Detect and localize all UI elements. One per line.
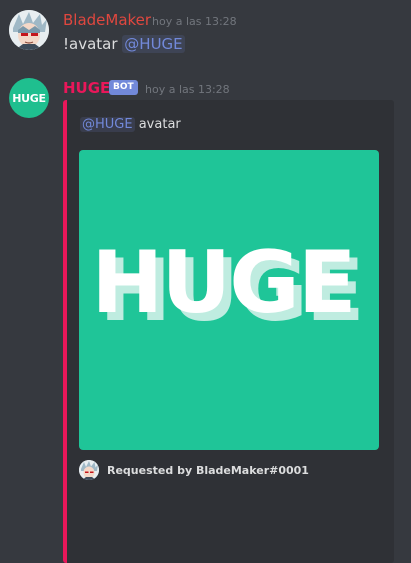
embed-description-text: avatar xyxy=(138,117,181,132)
message-bladmaker: BladeMaker hoy a las 13:28 !avatar @HUGE xyxy=(0,0,411,62)
user-mention[interactable]: @HUGE xyxy=(80,117,135,132)
embed-description: @HUGE avatar xyxy=(80,117,181,132)
huge-logo-image: HUGE HUGE xyxy=(91,233,364,341)
user-avatar[interactable] xyxy=(9,10,49,50)
bot-avatar[interactable]: HUGE xyxy=(9,78,49,118)
username[interactable]: HUGE xyxy=(63,79,110,97)
anime-character-icon xyxy=(9,10,49,50)
bot-badge: BOT xyxy=(109,80,138,95)
footer-text: Requested by BladeMaker#0001 xyxy=(107,463,309,477)
bot-avatar-label: HUGE xyxy=(12,91,46,105)
command-text: !avatar xyxy=(63,35,118,53)
user-mention[interactable]: @HUGE xyxy=(122,35,185,53)
embed-footer: Requested by BladeMaker#0001 xyxy=(79,460,309,480)
message-huge-bot: HUGE HUGE BOT hoy a las 13:28 @HUGE avat… xyxy=(0,70,411,563)
username[interactable]: BladeMaker xyxy=(63,11,151,29)
timestamp: hoy a las 13:28 xyxy=(152,15,237,28)
timestamp: hoy a las 13:28 xyxy=(145,83,230,96)
message-content: !avatar @HUGE xyxy=(63,35,185,53)
embed: @HUGE avatar HUGE HUGE Requested by Blad… xyxy=(63,100,394,563)
footer-avatar-icon xyxy=(79,460,99,480)
avatar-image[interactable]: HUGE HUGE xyxy=(79,150,379,450)
logo-text: HUGE xyxy=(91,233,354,333)
